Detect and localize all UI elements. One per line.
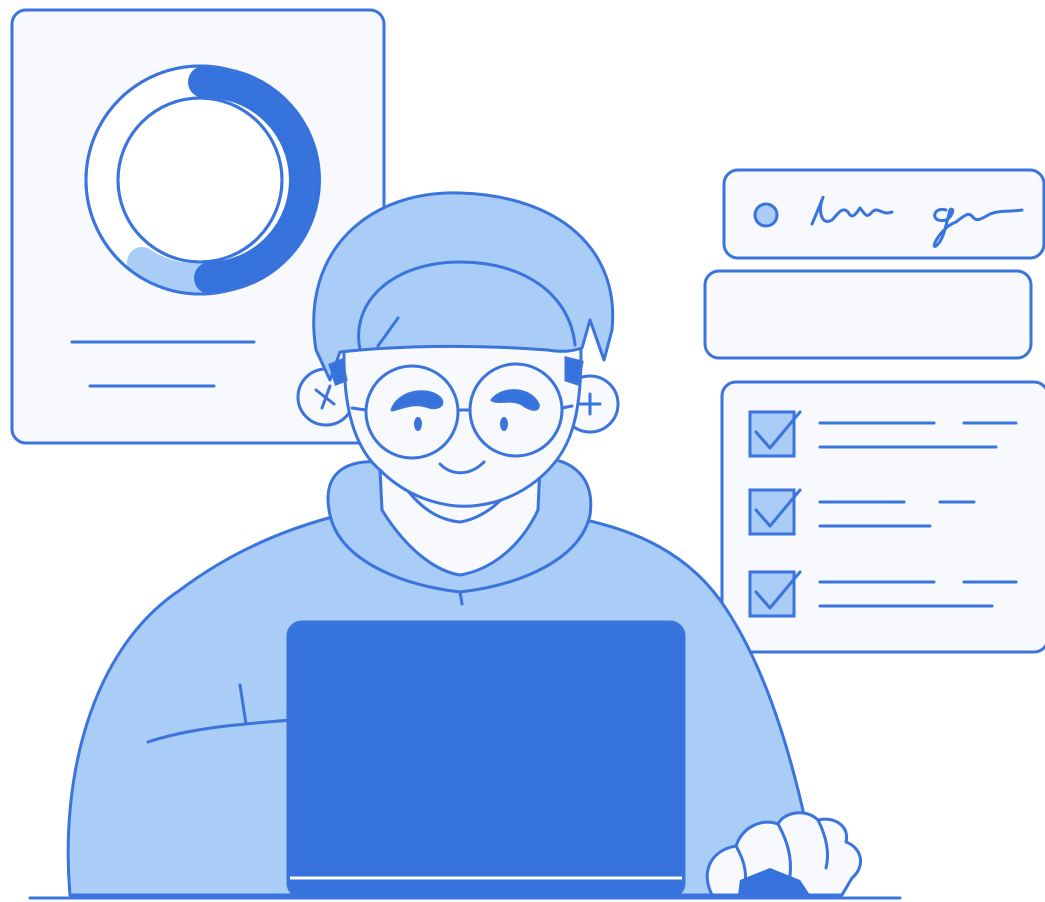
checkbox-checked-icon	[748, 570, 802, 618]
laptop-icon	[286, 620, 686, 899]
checklist-card	[720, 380, 1045, 654]
signature-card	[722, 168, 1045, 260]
person-with-laptop-illustration: .ol { stroke: #3a74dc; stroke-width: 3; …	[10, 8, 1045, 900]
input-card	[703, 269, 1033, 360]
checkbox-checked-icon	[748, 488, 802, 536]
checkbox-checked-icon	[748, 410, 802, 458]
illustration-stage: .ol { stroke: #3a74dc; stroke-width: 3; …	[0, 0, 1045, 902]
donut-chart-icon	[84, 64, 321, 296]
